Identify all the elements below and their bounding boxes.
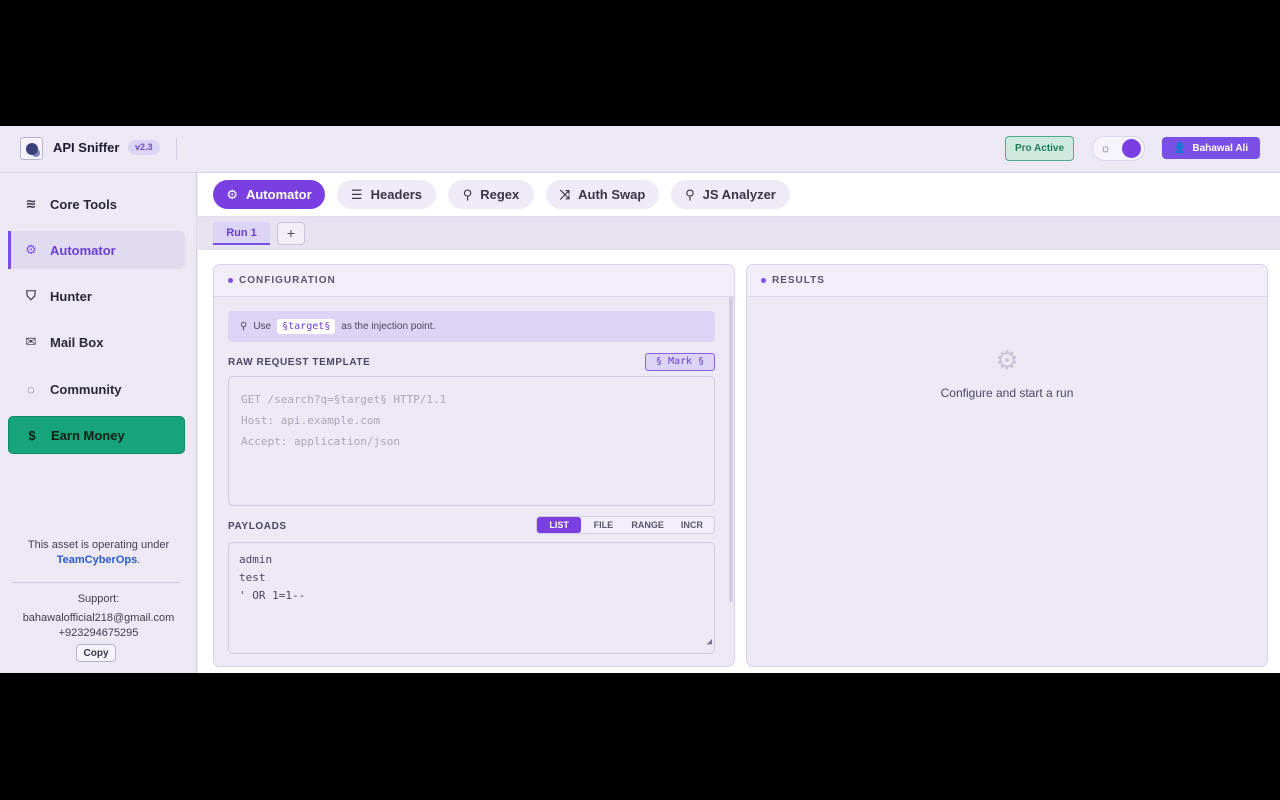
sidebar-item-mail-box[interactable]: ✉ Mail Box — [8, 323, 185, 361]
shuffle-icon: ⤨ — [559, 186, 571, 202]
user-name: Bahawal Ali — [1192, 142, 1249, 154]
gear-icon: ⚙ — [25, 242, 37, 257]
main-content: CONFIGURATION ⚲ Use §target§ as the inje… — [198, 250, 1280, 673]
configuration-panel: CONFIGURATION ⚲ Use §target§ as the inje… — [213, 264, 735, 667]
version-badge: v2.3 — [128, 140, 160, 155]
search-icon: ⚲ — [462, 186, 473, 202]
mark-button[interactable]: § Mark § — [645, 353, 715, 371]
user-icon: 👤 — [1173, 142, 1187, 154]
status-dot — [761, 278, 766, 283]
support-phone: +923294675295 — [58, 627, 139, 639]
operator-org-link[interactable]: TeamCyberOps — [57, 554, 138, 566]
tab-label: Headers — [370, 187, 422, 202]
copy-button[interactable]: Copy — [76, 644, 116, 662]
mail-icon: ✉ — [25, 334, 37, 349]
injection-hint: ⚲ Use §target§ as the injection point. — [228, 311, 715, 342]
sidebar-item-hunter[interactable]: ⛉ Hunter — [8, 277, 185, 315]
panel-scrollbar[interactable] — [729, 297, 733, 602]
sidebar-divider — [12, 582, 180, 583]
run-tab[interactable]: Run 1 — [213, 222, 270, 245]
configuration-header: CONFIGURATION — [214, 265, 734, 297]
sidebar-item-label: Automator — [50, 242, 116, 258]
theme-toggle[interactable]: ☼ — [1092, 136, 1145, 161]
add-run-button[interactable]: + — [277, 222, 305, 245]
payloads-value: admin test ' OR 1=1-- — [239, 553, 306, 602]
run-tabs: Run 1 + — [198, 217, 1280, 250]
toggle-knob — [1122, 139, 1141, 158]
tab-automator[interactable]: ⚙ Automator — [213, 180, 325, 209]
sidebar: ≋ Core Tools ⚙ Automator ⛉ Hunter ✉ Mail… — [0, 173, 197, 673]
sidebar-item-label: Community — [50, 381, 122, 397]
tab-headers[interactable]: ☰ Headers — [337, 180, 436, 209]
top-bar: API Sniffer v2.3 Pro Active ☼ 👤 Bahawal … — [0, 126, 1280, 173]
operator-prefix: This asset is operating under — [27, 539, 170, 551]
user-menu-button[interactable]: 👤 Bahawal Ali — [1162, 137, 1260, 159]
mode-list[interactable]: LIST — [537, 517, 582, 533]
app-window: API Sniffer v2.3 Pro Active ☼ 👤 Bahawal … — [0, 126, 1280, 673]
tab-auth-swap[interactable]: ⤨ Auth Swap — [546, 180, 659, 209]
template-label: RAW REQUEST TEMPLATE — [228, 357, 371, 368]
sidebar-item-label: Hunter — [50, 288, 92, 304]
sidebar-item-community[interactable]: ◌ Community — [8, 370, 185, 408]
list-icon: ☰ — [351, 186, 363, 202]
panel-title: CONFIGURATION — [239, 275, 336, 286]
gear-icon: ⚙ — [995, 345, 1019, 375]
tool-tabs: ⚙ Automator ☰ Headers ⚲ Regex ⤨ Auth Swa… — [198, 173, 1280, 217]
support-email: bahawalofficial218@gmail.com — [22, 612, 175, 624]
status-dot — [228, 278, 233, 283]
header-divider — [176, 138, 177, 160]
tab-label: Auth Swap — [578, 187, 646, 202]
tab-label: Automator — [245, 187, 312, 202]
app-logo — [20, 137, 43, 160]
shield-icon: ⛉ — [26, 288, 36, 303]
lightbulb-icon: ⚲ — [240, 321, 248, 332]
app-title: API Sniffer — [53, 140, 120, 155]
panel-title: RESULTS — [772, 275, 825, 286]
chat-icon: ◌ — [27, 381, 35, 397]
support-info: Support: bahawalofficial218@gmail.com +9… — [0, 592, 197, 641]
results-header: RESULTS — [747, 265, 1267, 297]
payloads-input[interactable]: admin test ' OR 1=1-- ◢ — [228, 542, 715, 654]
support-label: Support: — [77, 593, 120, 605]
mode-file[interactable]: FILE — [581, 517, 625, 533]
mode-incr[interactable]: INCR — [670, 517, 714, 533]
sidebar-item-label: Core Tools — [50, 196, 117, 212]
tab-js-analyzer[interactable]: ⚲ JS Analyzer — [671, 180, 790, 209]
hint-suffix: as the injection point. — [341, 321, 436, 332]
resize-grip-icon[interactable]: ◢ — [707, 633, 712, 651]
sidebar-item-core-tools[interactable]: ≋ Core Tools — [8, 185, 185, 223]
mode-range[interactable]: RANGE — [626, 517, 670, 533]
tab-label: JS Analyzer — [702, 187, 776, 202]
payload-mode-selector: LIST FILE RANGE INCR — [536, 516, 715, 534]
payloads-label: PAYLOADS — [228, 521, 287, 532]
raw-request-template-input[interactable]: GET /search?q=§target§ HTTP/1.1 Host: ap… — [228, 376, 715, 506]
empty-state-text: Configure and start a run — [940, 386, 1074, 400]
search-icon: ⚲ — [685, 186, 695, 202]
hint-prefix: Use — [253, 321, 272, 332]
gear-icon: ⚙ — [226, 186, 238, 202]
sidebar-item-earn-money[interactable]: $ Earn Money — [8, 416, 185, 454]
tab-label: Regex — [480, 187, 520, 202]
dollar-icon: $ — [28, 427, 36, 443]
sidebar-item-automator[interactable]: ⚙ Automator — [8, 231, 185, 269]
hint-code: §target§ — [277, 319, 336, 334]
sidebar-item-label: Earn Money — [51, 427, 125, 443]
layers-icon: ≋ — [25, 196, 37, 211]
results-panel: RESULTS ⚙ Configure and start a run — [746, 264, 1268, 667]
operator-suffix: . — [137, 554, 141, 566]
sidebar-item-label: Mail Box — [50, 334, 104, 350]
operator-note: This asset is operating under TeamCyberO… — [0, 539, 197, 566]
sun-icon: ☼ — [1100, 141, 1111, 155]
pro-status-badge: Pro Active — [1005, 136, 1074, 161]
tab-regex[interactable]: ⚲ Regex — [448, 180, 534, 209]
